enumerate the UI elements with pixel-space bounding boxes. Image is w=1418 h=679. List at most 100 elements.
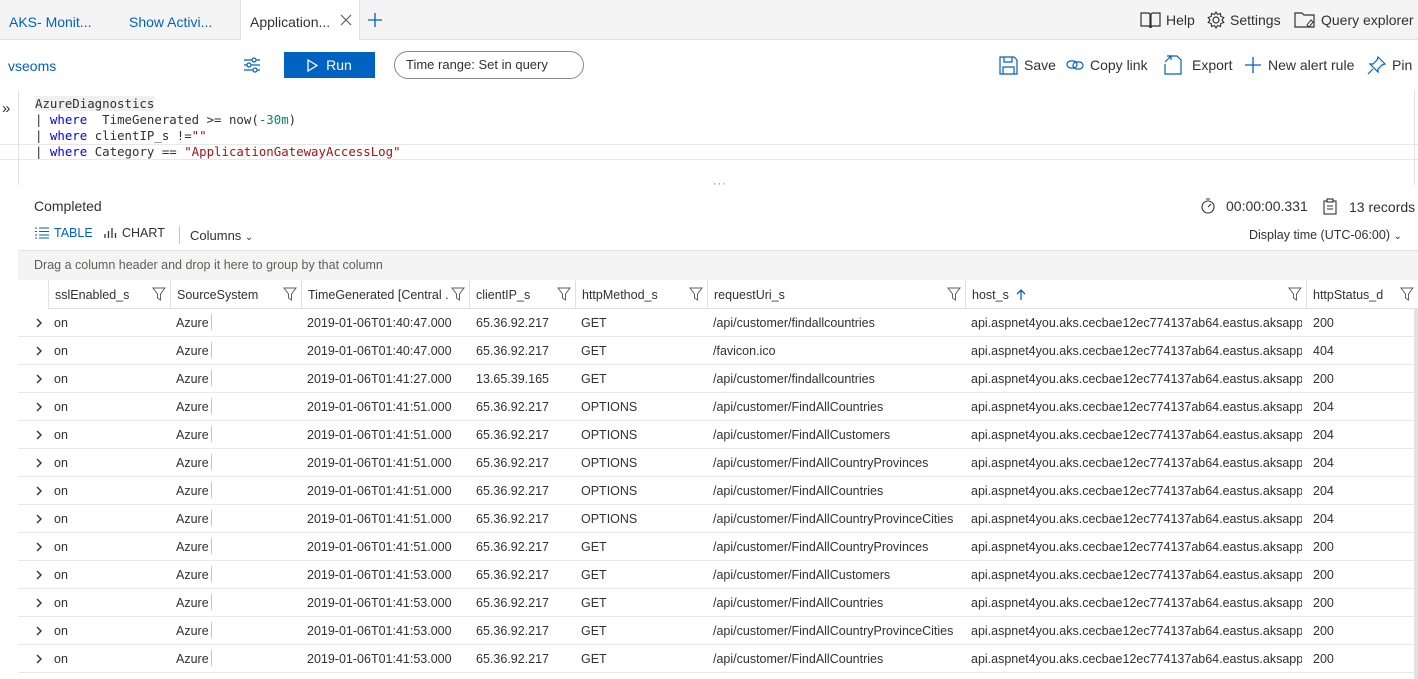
export-button[interactable]: Export — [1164, 54, 1232, 76]
filter-icon[interactable] — [283, 287, 297, 301]
table-row[interactable]: on Azure 2019-01-06T01:41:51.000 65.36.92.2… — [18, 393, 1418, 421]
expand-row-icon[interactable] — [35, 654, 43, 664]
cell-host-s: api.aspnet4you.aks.cecbae12ec774137ab64.… — [971, 456, 1302, 470]
expand-row-icon[interactable] — [35, 458, 43, 468]
query-explorer-button[interactable]: Query explorer — [1294, 0, 1414, 40]
expand-row-icon[interactable] — [35, 318, 43, 328]
filter-icon[interactable] — [689, 287, 703, 301]
cell-requesturi-s: /api/customer/FindAllCustomers — [713, 428, 891, 442]
cell-clientip-s: 65.36.92.217 — [476, 540, 549, 554]
cell-divider — [211, 510, 212, 526]
table-row[interactable]: on Azure 2019-01-06T01:41:51.000 65.36.92.2… — [18, 449, 1418, 477]
query-line-4: | where Category == "ApplicationGatewayA… — [35, 144, 401, 159]
expand-row-icon[interactable] — [35, 598, 43, 608]
table-row[interactable]: on Azure 2019-01-06T01:40:47.000 65.36.92.2… — [18, 337, 1418, 365]
group-by-drop-zone[interactable]: Drag a column header and drop it here to… — [18, 250, 1418, 280]
expand-row-icon[interactable] — [35, 430, 43, 440]
column-header-timegenerated[interactable]: TimeGenerated [Central ... — [301, 280, 469, 309]
cell-sslenabled-s: on — [54, 456, 68, 470]
record-count: 13 records — [1323, 198, 1415, 215]
cell-clientip-s: 65.36.92.217 — [476, 512, 549, 526]
expand-row-icon[interactable] — [35, 626, 43, 636]
workspace-selector[interactable]: vseoms — [8, 58, 56, 74]
tab-application[interactable]: Application... — [240, 0, 360, 41]
query-settings-icon[interactable] — [243, 56, 261, 74]
cell-sslenabled-s: on — [54, 568, 68, 582]
expand-row-icon[interactable] — [35, 402, 43, 412]
cell-requesturi-s: /api/customer/findallcountries — [713, 372, 875, 386]
tab-chart-view[interactable]: CHART — [104, 226, 165, 240]
vertical-scrollbar[interactable] — [1414, 309, 1418, 679]
column-header-requesturi-s[interactable]: requestUri_s — [707, 280, 965, 309]
filter-icon[interactable] — [152, 287, 166, 301]
pin-button[interactable]: Pin — [1367, 54, 1412, 76]
gear-icon — [1207, 11, 1225, 29]
elapsed-time: 00:00:00.331 — [1200, 198, 1308, 214]
cell-sourcesystem: Azure — [176, 512, 209, 526]
column-header-httpstatus-d[interactable]: httpStatus_d — [1306, 280, 1418, 309]
table-row[interactable]: on Azure 2019-01-06T01:41:27.000 13.65.39.1… — [18, 365, 1418, 393]
expand-row-icon[interactable] — [35, 486, 43, 496]
close-icon[interactable] — [339, 13, 353, 27]
filter-icon[interactable] — [557, 287, 571, 301]
query-editor[interactable]: AzureDiagnostics | where TimeGenerated >… — [18, 90, 1415, 185]
expand-row-icon[interactable] — [35, 346, 43, 356]
cell-divider — [211, 650, 212, 666]
copy-link-label: Copy link — [1090, 57, 1148, 73]
cell-httpstatus-d: 200 — [1313, 316, 1334, 330]
column-header-httpmethod-s[interactable]: httpMethod_s — [575, 280, 707, 309]
column-header-host-s[interactable]: host_s — [965, 280, 1306, 309]
tab-label: Application... — [250, 14, 331, 30]
cell-sourcesystem: Azure — [176, 652, 209, 666]
settings-button[interactable]: Settings — [1207, 0, 1281, 40]
copy-link-button[interactable]: Copy link — [1066, 54, 1148, 76]
tab-label: AKS- Monit... — [9, 14, 92, 30]
table-row[interactable]: on Azure 2019-01-06T01:41:51.000 65.36.92.2… — [18, 477, 1418, 505]
cell-httpmethod-s: OPTIONS — [581, 456, 638, 470]
sort-ascending-icon[interactable] — [1016, 289, 1026, 301]
column-header-sourcesystem[interactable]: SourceSystem — [170, 280, 301, 309]
column-header-sslenabled-s[interactable]: sslEnabled_s — [48, 280, 170, 309]
column-header-label: httpMethod_s — [582, 288, 658, 302]
tab-show-activity[interactable]: Show Activi... — [129, 0, 239, 40]
add-tab-icon[interactable] — [367, 12, 383, 28]
filter-icon[interactable] — [1288, 287, 1302, 301]
tab-table-view[interactable]: TABLE — [34, 226, 93, 240]
table-row[interactable]: on Azure 2019-01-06T01:41:53.000 65.36.92.2… — [18, 561, 1418, 589]
help-button[interactable]: Help — [1140, 0, 1195, 40]
table-row[interactable]: on Azure 2019-01-06T01:41:53.000 65.36.92.2… — [18, 589, 1418, 617]
cell-divider — [211, 594, 212, 610]
table-row[interactable]: on Azure 2019-01-06T01:41:51.000 65.36.92.2… — [18, 421, 1418, 449]
expand-sidebar-icon[interactable]: » — [2, 100, 10, 117]
cell-timegenerated: 2019-01-06T01:41:51.000 — [307, 456, 452, 470]
cell-host-s: api.aspnet4you.aks.cecbae12ec774137ab64.… — [971, 652, 1302, 666]
expand-row-icon[interactable] — [35, 570, 43, 580]
run-button[interactable]: Run — [284, 52, 375, 78]
column-header-clientip-s[interactable]: clientIP_s — [469, 280, 575, 309]
cell-httpmethod-s: GET — [581, 372, 607, 386]
save-button[interactable]: Save — [999, 54, 1056, 76]
tab-aks-monitoring[interactable]: AKS- Monit... — [9, 0, 119, 40]
table-row[interactable]: on Azure 2019-01-06T01:41:53.000 65.36.92.2… — [18, 617, 1418, 645]
time-range-picker[interactable]: Time range: Set in query — [394, 51, 584, 79]
table-row[interactable]: on Azure 2019-01-06T01:41:53.000 65.36.92.2… — [18, 645, 1418, 673]
display-time-dropdown[interactable]: Display time (UTC-06:00) ⌄ — [1249, 228, 1402, 242]
table-row[interactable]: on Azure 2019-01-06T01:41:51.000 65.36.92.2… — [18, 533, 1418, 561]
cell-httpstatus-d: 200 — [1313, 540, 1334, 554]
columns-dropdown[interactable]: Columns ⌄ — [190, 228, 253, 243]
filter-icon[interactable] — [1400, 287, 1414, 301]
pane-splitter[interactable]: ··· — [713, 178, 727, 190]
new-alert-rule-button[interactable]: New alert rule — [1244, 54, 1354, 76]
table-row[interactable]: on Azure 2019-01-06T01:40:47.000 65.36.92.2… — [18, 309, 1418, 337]
expand-row-icon[interactable] — [35, 374, 43, 384]
cell-divider — [211, 538, 212, 554]
cell-clientip-s: 65.36.92.217 — [476, 568, 549, 582]
expand-row-icon[interactable] — [35, 514, 43, 524]
expand-row-icon[interactable] — [35, 542, 43, 552]
cell-sslenabled-s: on — [54, 372, 68, 386]
filter-icon[interactable] — [451, 287, 465, 301]
cell-sslenabled-s: on — [54, 512, 68, 526]
cell-timegenerated: 2019-01-06T01:40:47.000 — [307, 344, 452, 358]
table-row[interactable]: on Azure 2019-01-06T01:41:51.000 65.36.92.2… — [18, 505, 1418, 533]
filter-icon[interactable] — [947, 287, 961, 301]
